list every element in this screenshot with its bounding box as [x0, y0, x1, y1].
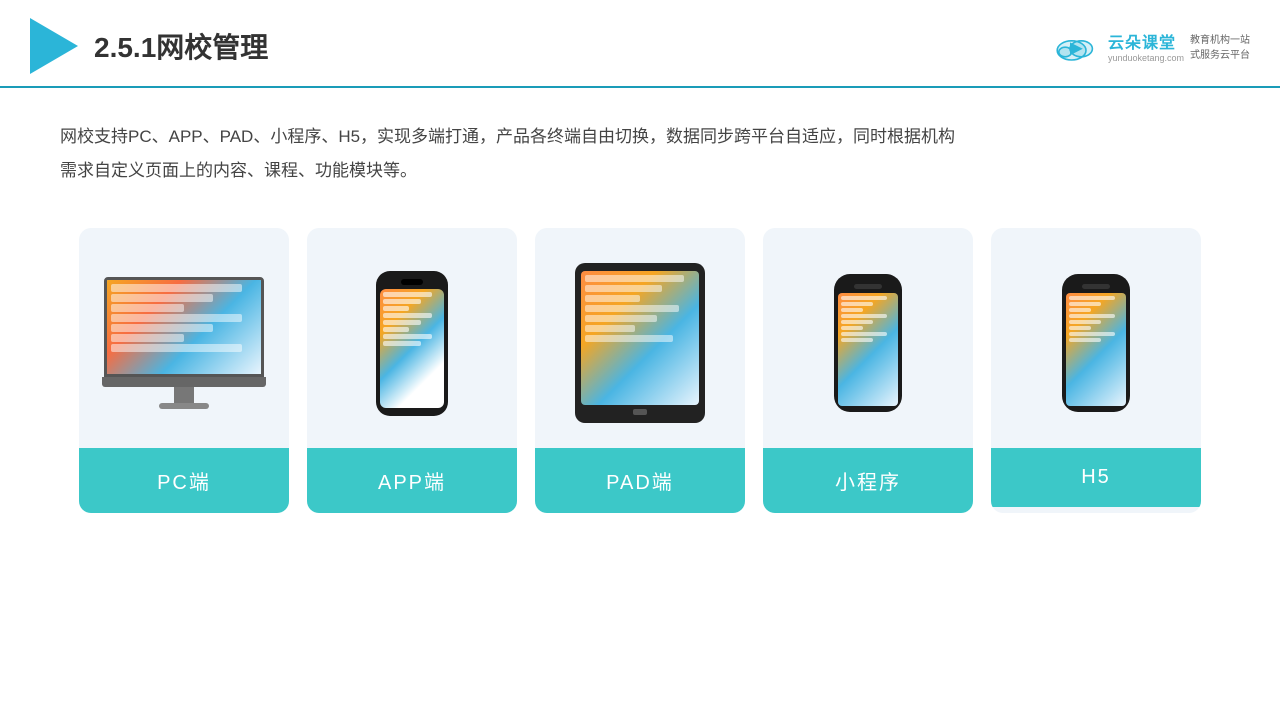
card-pad: PAD端: [535, 228, 745, 513]
card-mini-image: [763, 228, 973, 448]
monitor-chin: [102, 377, 266, 387]
header-left: 2.5.1网校管理: [30, 18, 268, 74]
tablet-home-button: [633, 409, 647, 415]
brand-name: 云朵课堂: [1108, 29, 1176, 53]
phone-mock-app: [376, 271, 448, 416]
card-mini-label: 小程序: [763, 448, 973, 513]
card-pc: PC端: [79, 228, 289, 513]
cloud-logo-icon: [1054, 28, 1102, 64]
brand-text: 云朵课堂 yunduoketang.com: [1108, 29, 1184, 63]
header-right: 云朵课堂 yunduoketang.com 教育机构一站式服务云平台: [1054, 28, 1250, 64]
tablet-screen: [581, 271, 699, 405]
sphone-screen-h5: [1066, 293, 1126, 406]
phone-screen: [380, 289, 444, 408]
header: 2.5.1网校管理 云朵课堂 yunduoketang.com 教育机构一站式服…: [0, 0, 1280, 88]
card-pc-label: PC端: [79, 448, 289, 513]
logo-triangle-icon: [30, 18, 78, 74]
card-h5-image: [991, 228, 1201, 448]
description-text: 网校支持PC、APP、PAD、小程序、H5，实现多端打通，产品各终端自由切换，数…: [0, 88, 1280, 208]
page-title: 2.5.1网校管理: [94, 26, 268, 66]
phone-notch: [401, 279, 423, 285]
brand-url: yunduoketang.com: [1108, 53, 1184, 63]
monitor-mock: [102, 277, 266, 409]
card-h5-label: H5: [991, 448, 1201, 507]
brand-tagline: 教育机构一站式服务云平台: [1190, 31, 1250, 61]
phone-mock-h5: [1062, 274, 1130, 412]
sphone-notch-h5: [1082, 284, 1110, 289]
sphone-notch: [854, 284, 882, 289]
description-content-2: 需求自定义页面上的内容、课程、功能模块等。: [60, 161, 417, 180]
sphone-screen: [838, 293, 898, 406]
cards-section: PC端 APP: [0, 208, 1280, 543]
monitor-stand: [174, 387, 194, 403]
monitor-screen: [104, 277, 264, 377]
tablet-mock: [575, 263, 705, 423]
card-app-image: [307, 228, 517, 448]
monitor-base: [159, 403, 209, 409]
card-app: APP端: [307, 228, 517, 513]
brand-logo: 云朵课堂 yunduoketang.com 教育机构一站式服务云平台: [1054, 28, 1250, 64]
card-pad-label: PAD端: [535, 448, 745, 513]
card-mini: 小程序: [763, 228, 973, 513]
card-pad-image: [535, 228, 745, 448]
card-pc-image: [79, 228, 289, 448]
card-h5: H5: [991, 228, 1201, 513]
card-app-label: APP端: [307, 448, 517, 513]
phone-mock-mini: [834, 274, 902, 412]
description-content: 网校支持PC、APP、PAD、小程序、H5，实现多端打通，产品各终端自由切换，数…: [60, 127, 955, 146]
